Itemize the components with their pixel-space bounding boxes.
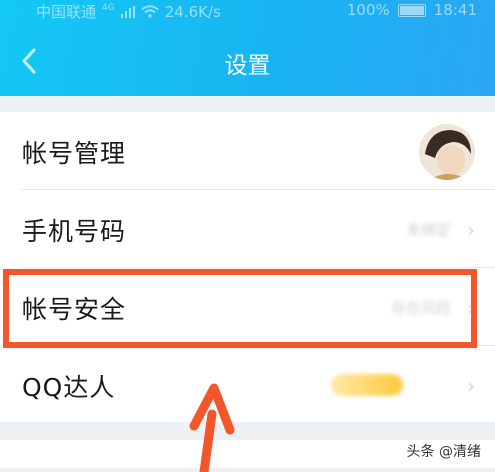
row-value: 未绑定 [405,221,451,239]
avatar-image [419,124,475,180]
clock: 18:41 [433,1,477,19]
network-type: 4G [102,2,115,13]
settings-row-account-security[interactable]: 帐号安全 存在风险 › [0,268,495,346]
wifi-icon [141,5,159,18]
row-label: 手机号码 [22,217,127,246]
settings-row-account-management[interactable]: 帐号管理 [0,112,495,190]
settings-row-qq-expert[interactable]: QQ达人 › [0,346,495,424]
row-value: 存在风险 [390,299,451,317]
battery-icon [397,3,426,17]
expert-badge [331,374,403,396]
watermark: 头条 @清绪 [402,440,485,462]
row-label: QQ达人 [22,373,116,402]
network-speed: 24.6K/s [164,2,221,21]
chevron-right-icon: › [467,296,475,320]
signal-icon [120,5,135,18]
battery-percent: 100% [346,1,390,19]
settings-card: 帐号管理 手机号码 未绑定 › 帐号安全 存在风险 › QQ达人 › [0,112,495,422]
settings-row-phone-number[interactable]: 手机号码 未绑定 › [0,190,495,268]
row-label: 帐号管理 [22,139,127,168]
status-left: 中国联通 4G 24.6K/s [36,1,221,22]
header-bar: 中国联通 4G 24.6K/s 100% 18:41 设置 [0,0,495,96]
carrier-name: 中国联通 [36,3,97,21]
chevron-right-icon: › [467,374,475,398]
avatar [419,124,475,180]
chevron-right-icon: › [467,218,475,242]
status-right: 100% 18:41 [347,1,477,19]
row-label: 帐号安全 [22,295,127,324]
page-title: 设置 [224,53,271,79]
status-bar: 中国联通 4G 24.6K/s 100% 18:41 [0,0,495,22]
